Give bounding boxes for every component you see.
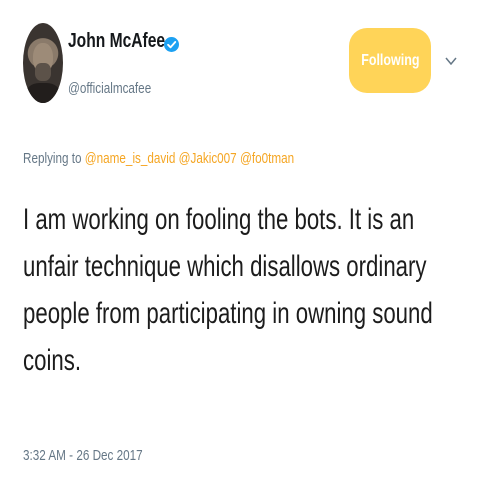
- verified-badge-icon: [164, 37, 179, 52]
- tweet-timestamp-text: 3:32 AM - 26 Dec 2017: [23, 447, 143, 464]
- tweet-text-line: people from participating in owning soun…: [23, 297, 433, 330]
- avatar-body: [25, 83, 61, 103]
- mention-link[interactable]: @fo0tman: [240, 150, 294, 167]
- following-button-label: Following: [360, 51, 420, 69]
- avatar-beard: [35, 63, 51, 81]
- following-button[interactable]: Following: [349, 28, 431, 93]
- tweet-text-line: coins.: [23, 344, 81, 377]
- tweet-text: I am working on fooling the bots. It is …: [23, 196, 443, 384]
- tweet-text-line: I am working on fooling the bots. It is …: [23, 203, 415, 236]
- tweet-text-line: unfair technique which disallows ordinar…: [23, 250, 427, 283]
- avatar[interactable]: [23, 23, 63, 103]
- chevron-down-icon[interactable]: [445, 57, 457, 65]
- tweet-timestamp[interactable]: 3:32 AM - 26 Dec 2017: [23, 447, 176, 464]
- mention-link[interactable]: @name_is_david: [85, 150, 176, 167]
- user-handle-text: @officialmcafee: [68, 80, 152, 97]
- mention-link[interactable]: @Jakic007: [179, 150, 237, 167]
- reply-context: Replying to @name_is_david @Jakic007 @fo…: [23, 150, 371, 167]
- display-name-text: John McAfee: [68, 30, 166, 52]
- user-handle[interactable]: @officialmcafee: [68, 80, 175, 97]
- reply-prefix: Replying to: [23, 150, 82, 167]
